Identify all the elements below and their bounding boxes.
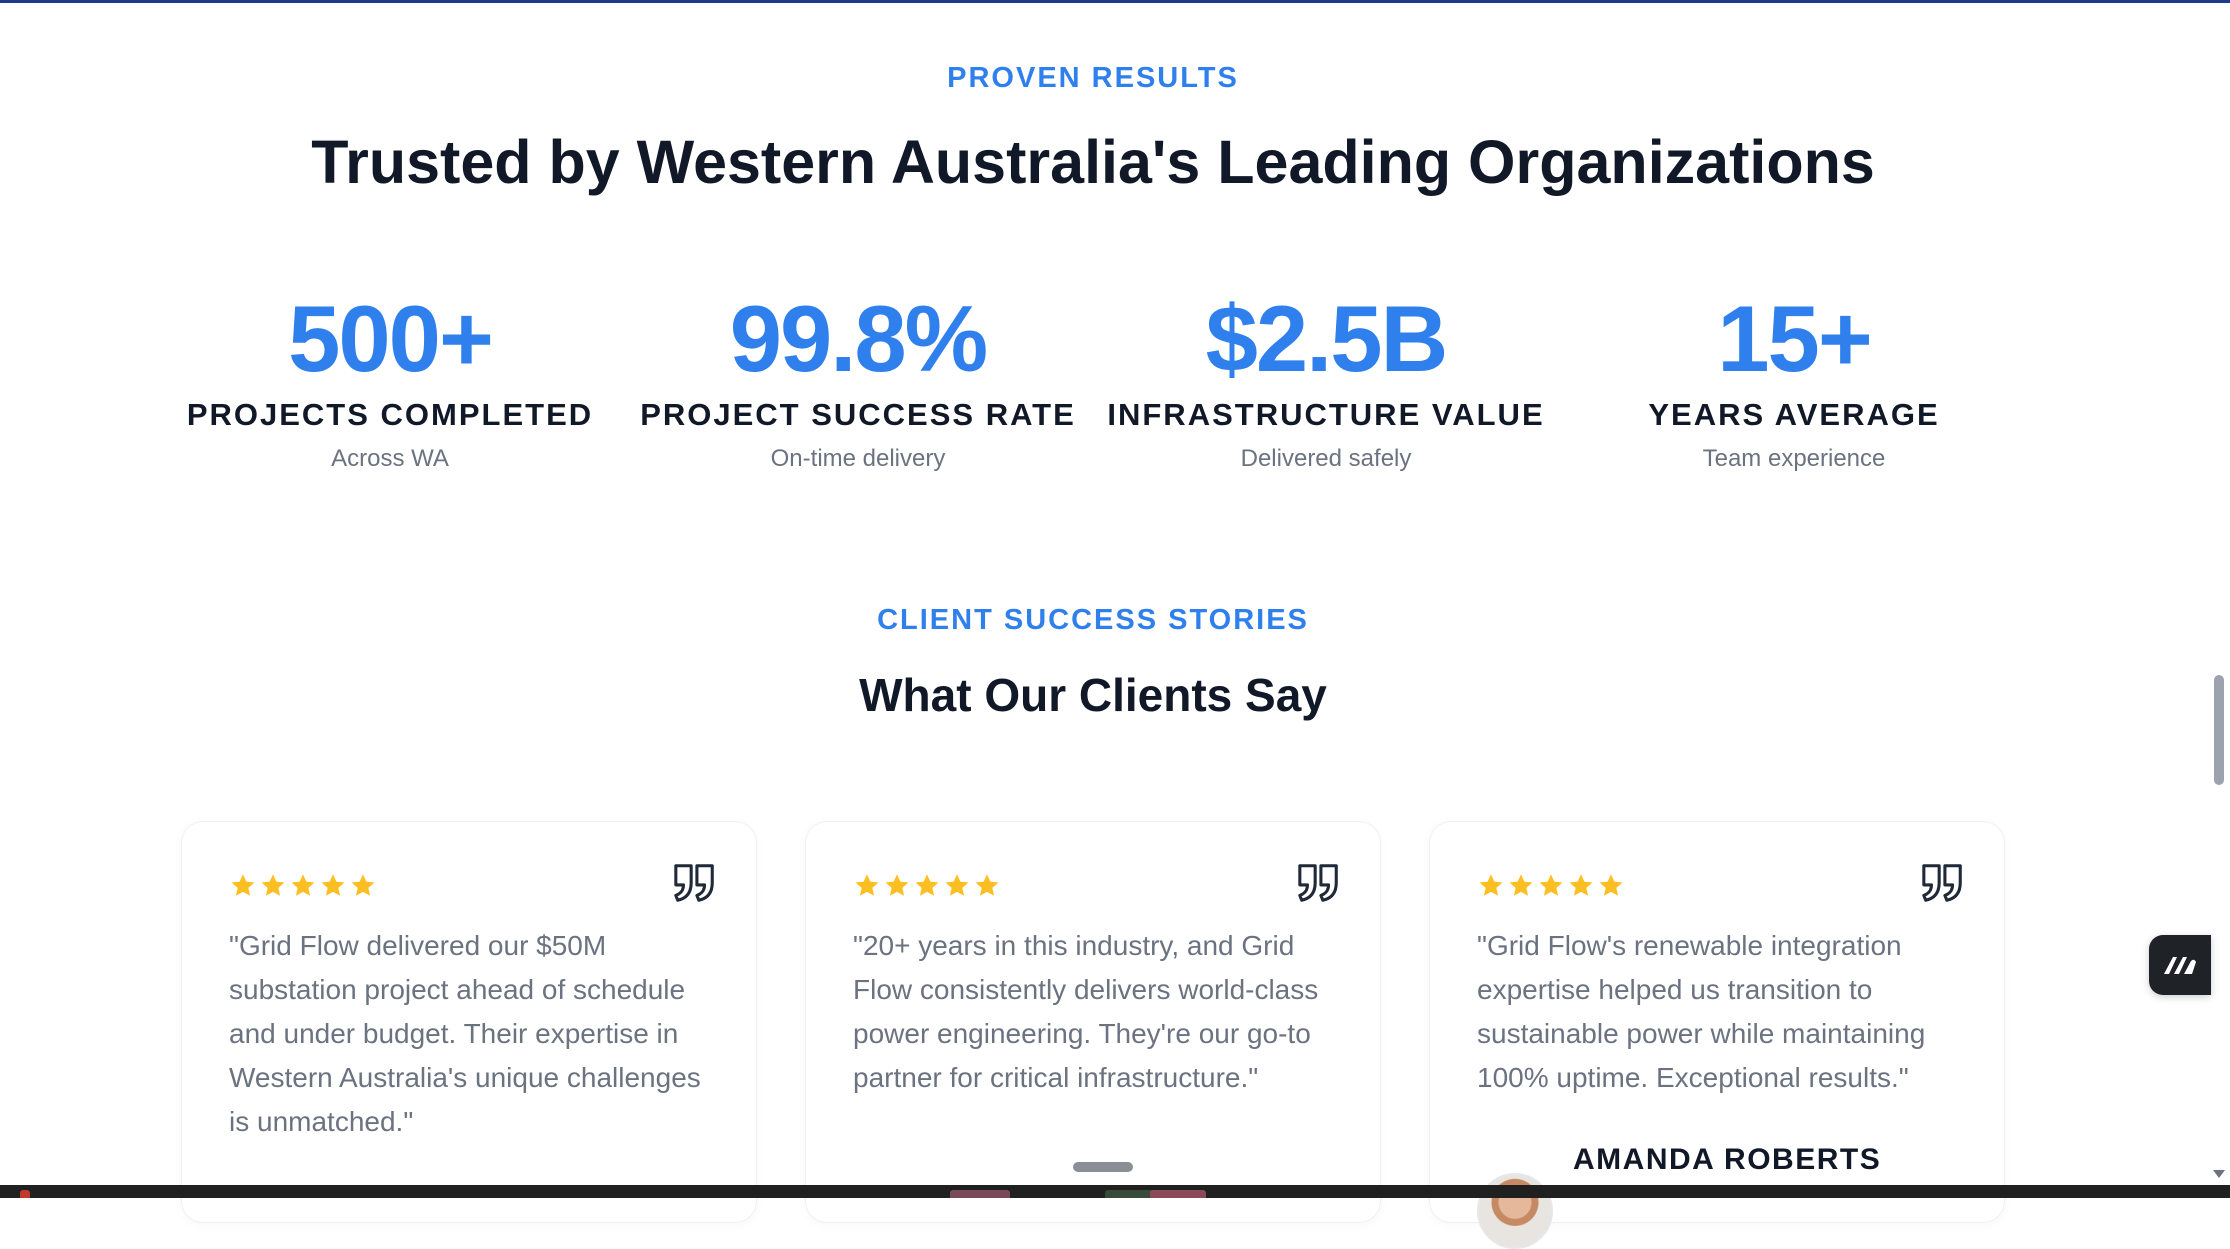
star-icon — [855, 874, 879, 896]
taskbar-app-icon[interactable] — [950, 1190, 1010, 1198]
star-icon — [1509, 874, 1533, 896]
taskbar-app-icon[interactable] — [20, 1190, 30, 1198]
star-icon — [975, 874, 999, 896]
stat-success-rate: 99.8% PROJECT SUCCESS RATE On-time deliv… — [624, 285, 1092, 473]
rating-stars — [229, 872, 377, 900]
quote-icon — [1298, 864, 1338, 902]
stat-projects-completed: 500+ PROJECTS COMPLETED Across WA — [156, 285, 624, 473]
star-icon — [1539, 874, 1563, 896]
stat-subtitle: Delivered safely — [1240, 445, 1412, 472]
chat-widget-logo-icon — [2164, 957, 2196, 974]
drag-handle[interactable] — [1073, 1162, 1133, 1172]
star-icon — [915, 874, 939, 896]
scroll-down-arrow-icon[interactable] — [2211, 1168, 2227, 1180]
testimonial-card: "Grid Flow's renewable integration exper… — [1429, 821, 2005, 1249]
star-icon — [261, 874, 285, 896]
testimonial-author: AMANDA ROBERTS — [1477, 1143, 1977, 1249]
rating-stars — [853, 872, 1001, 900]
quote-icon — [674, 864, 714, 902]
stat-subtitle: On-time delivery — [770, 445, 946, 472]
stats-row: 500+ PROJECTS COMPLETED Across WA 99.8% … — [0, 0, 2186, 500]
testimonials-eyebrow: CLIENT SUCCESS STORIES — [877, 604, 1309, 636]
testimonial-quote: "Grid Flow's renewable integration exper… — [1477, 930, 1926, 1093]
stat-label: YEARS AVERAGE — [1648, 397, 1940, 432]
chat-widget-button[interactable] — [2149, 935, 2211, 995]
scrollbar-thumb[interactable] — [2214, 675, 2224, 785]
stat-infrastructure-value: $2.5B INFRASTRUCTURE VALUE Delivered saf… — [1092, 285, 1560, 473]
star-icon — [885, 874, 909, 896]
rating-stars — [1477, 872, 1625, 900]
stat-years-average: 15+ YEARS AVERAGE Team experience — [1560, 285, 2028, 473]
testimonial-quote: "20+ years in this industry, and Grid Fl… — [853, 930, 1319, 1093]
stat-label: PROJECTS COMPLETED — [186, 397, 594, 432]
stat-value: 99.8% — [729, 286, 989, 391]
testimonial-quote: "Grid Flow delivered our $50M substation… — [229, 930, 701, 1137]
star-icon — [291, 874, 315, 896]
star-icon — [1599, 874, 1623, 896]
stat-label: INFRASTRUCTURE VALUE — [1107, 397, 1545, 432]
stat-value: 15+ — [1717, 286, 1872, 391]
stat-value: $2.5B — [1205, 286, 1449, 391]
stat-value: 500+ — [288, 286, 494, 391]
star-icon — [945, 874, 969, 896]
taskbar-app-icon[interactable] — [1150, 1190, 1206, 1198]
star-icon — [351, 874, 375, 896]
star-icon — [231, 874, 255, 896]
quote-icon — [1922, 864, 1962, 902]
author-name: AMANDA ROBERTS — [1573, 1143, 1882, 1176]
star-icon — [1479, 874, 1503, 896]
stat-subtitle: Across WA — [331, 445, 449, 472]
stat-label: PROJECT SUCCESS RATE — [640, 397, 1076, 432]
stat-subtitle: Team experience — [1702, 445, 1886, 472]
star-icon — [1569, 874, 1593, 896]
testimonials-title: What Our Clients Say — [859, 669, 1327, 721]
star-icon — [321, 874, 345, 896]
testimonial-card: "Grid Flow delivered our $50M substation… — [181, 821, 757, 1223]
